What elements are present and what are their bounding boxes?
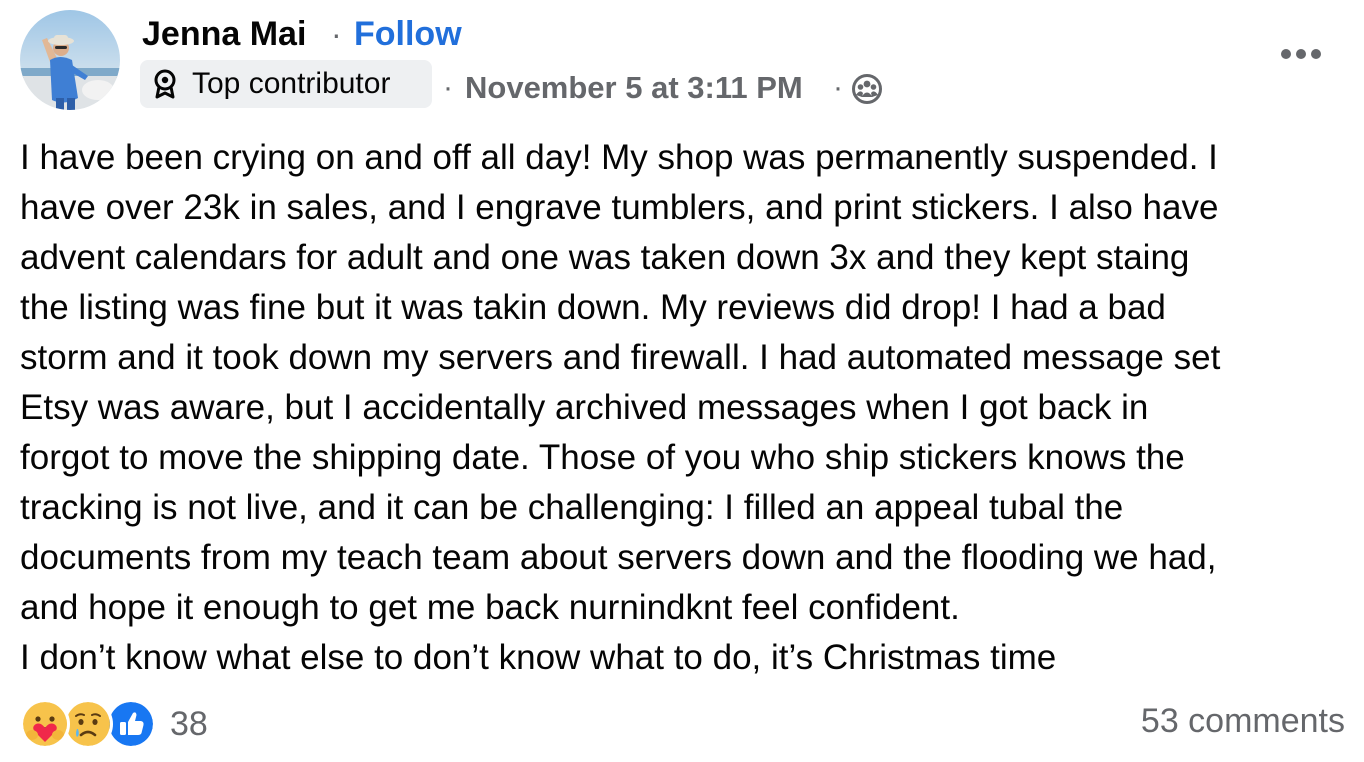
- sad-reaction-icon: [63, 699, 113, 749]
- post-text-line: forgot to move the shipping date. Those …: [20, 438, 1185, 477]
- post-text-line: tracking is not live, and it can be chal…: [20, 488, 1124, 527]
- post-text-line: advent calendars for adult and one was t…: [20, 238, 1190, 277]
- like-reaction-icon: [106, 699, 156, 749]
- more-options-button[interactable]: [1278, 36, 1324, 72]
- post-text-line: Etsy was aware, but I accidentally archi…: [20, 388, 1149, 427]
- group-audience-icon[interactable]: [851, 73, 883, 105]
- comments-count-link[interactable]: 53 comments: [1141, 702, 1345, 741]
- reaction-count: 38: [170, 704, 208, 743]
- post-text-line: I don’t know what else to don’t know wha…: [20, 638, 1057, 677]
- post-text-line: and hope it enough to get me back nurnin…: [20, 588, 960, 627]
- separator-dot: ·: [833, 71, 843, 104]
- top-contributor-badge[interactable]: Top contributor: [140, 60, 432, 108]
- author-name[interactable]: Jenna Mai: [142, 14, 306, 54]
- separator-dot: ·: [331, 16, 342, 52]
- post-text-line: storm and it took down my servers and fi…: [20, 338, 1221, 377]
- post-timestamp[interactable]: November 5 at 3:11 PM: [465, 68, 803, 108]
- badge-label: Top contributor: [192, 67, 391, 100]
- post-text: I have been crying on and off all day! M…: [20, 133, 1356, 683]
- post-text-line: the listing was fine but it was takin do…: [20, 288, 1166, 327]
- contributor-badge-icon: [154, 69, 176, 99]
- reactions-summary[interactable]: 38: [20, 698, 208, 750]
- more-options-icon: [1281, 49, 1321, 59]
- separator-dot: ·: [443, 71, 453, 104]
- care-reaction-icon: [20, 699, 70, 749]
- post-text-line: have over 23k in sales, and I engrave tu…: [20, 188, 1219, 227]
- follow-button[interactable]: Follow: [354, 14, 462, 54]
- author-avatar[interactable]: [20, 10, 120, 110]
- post-text-line: documents from my teach team about serve…: [20, 538, 1217, 577]
- post-text-line: I have been crying on and off all day! M…: [20, 138, 1218, 177]
